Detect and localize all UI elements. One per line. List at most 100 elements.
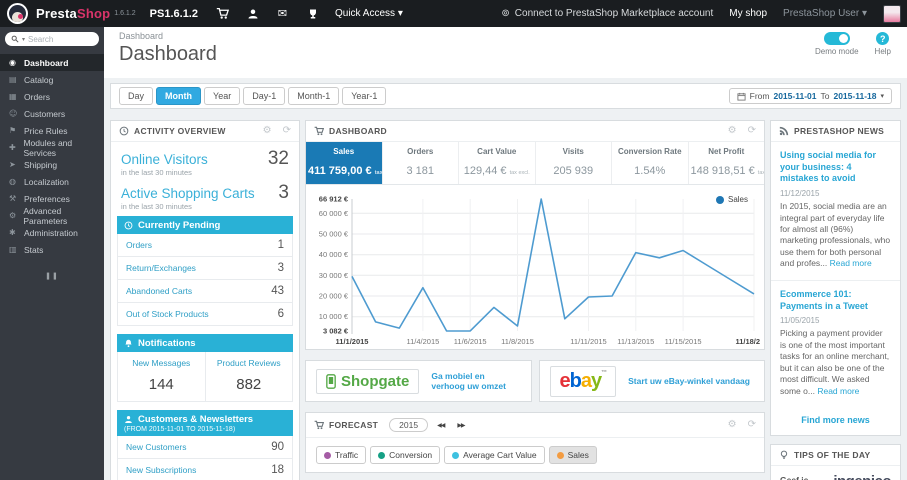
tip-content: ingenico Payment services Geef je Sales … xyxy=(771,466,900,480)
active-carts-value: 3 xyxy=(278,182,289,203)
previous-year-button[interactable]: ◀◀ xyxy=(433,419,448,432)
kpi-visits[interactable]: Visits 205 939 xyxy=(536,142,612,184)
sidebar-item-orders[interactable]: ▦ Orders xyxy=(0,88,104,105)
sidebar-item-price-rules[interactable]: ⚑ Price Rules xyxy=(0,122,104,139)
product-reviews-cell[interactable]: Product Reviews 882 xyxy=(204,352,293,401)
toggle-conversion[interactable]: Conversion xyxy=(370,446,441,464)
sidebar-search[interactable]: ▾ xyxy=(5,32,99,46)
panel-settings-icon[interactable]: ⚙ xyxy=(728,126,737,136)
administration-icon: ✱ xyxy=(9,228,16,237)
clock-icon xyxy=(124,221,133,230)
panel-refresh-icon[interactable]: ⟳ xyxy=(748,420,756,430)
range-month-button[interactable]: Month xyxy=(156,87,202,105)
trophy-icon[interactable] xyxy=(306,7,319,20)
kpi-cart-value[interactable]: Cart Value 129,44 € tax excl. xyxy=(459,142,536,184)
ingenico-logo: ingenico Payment services xyxy=(813,474,891,480)
top-bar: PrestaShop 1.6.1.2 PS1.6.1.2 ✉ Quick Acc… xyxy=(0,0,907,27)
average-cart-value-dot-icon xyxy=(452,451,460,459)
sidebar-item-stats[interactable]: ▥ Stats xyxy=(0,241,104,258)
brand-version: 1.6.1.2 xyxy=(114,10,136,17)
cart-icon[interactable] xyxy=(216,7,229,20)
new-messages-cell[interactable]: New Messages 144 xyxy=(118,352,205,401)
out-of-stock-row[interactable]: Out of Stock Products 6 xyxy=(117,303,293,326)
range-month-1-button[interactable]: Month-1 xyxy=(288,87,340,105)
quick-access-menu[interactable]: Quick Access ▾ xyxy=(335,8,403,19)
toggle-traffic[interactable]: Traffic xyxy=(316,446,367,464)
dashboard-icon: ◉ xyxy=(9,58,16,67)
search-scope-caret-icon[interactable]: ▾ xyxy=(22,36,25,43)
sales-chart-area: 66 912 € 60 000 € 50 000 € 40 000 € 30 000 €… xyxy=(306,185,764,349)
preferences-icon: ⚒ xyxy=(9,194,17,203)
range-year-button[interactable]: Year xyxy=(204,87,241,105)
panel-settings-icon[interactable]: ⚙ xyxy=(728,420,737,430)
toggle-average-cart-value[interactable]: Average Cart Value xyxy=(444,446,545,464)
panel-refresh-icon[interactable]: ⟳ xyxy=(748,126,756,136)
date-filter-toolbar: Day Month Year Day-1 Month-1 Year-1 From… xyxy=(110,83,901,109)
customers-icon: ☺ xyxy=(9,109,18,118)
collapse-sidebar-button[interactable]: ❚❚ xyxy=(0,272,104,280)
help-button[interactable]: ? Help xyxy=(875,32,891,56)
legend-dot-icon xyxy=(715,195,724,204)
svg-text:11/1/2015: 11/1/2015 xyxy=(336,337,369,346)
svg-text:50 000 €: 50 000 € xyxy=(319,230,349,239)
kpi-net-profit[interactable]: Net Profit148 918,51 € tax excl. xyxy=(689,142,765,184)
sidebar-item-preferences[interactable]: ⚒ Preferences xyxy=(0,190,104,207)
news-article-title[interactable]: Ecommerce 101: Payments in a Tweet xyxy=(780,289,891,312)
active-carts-link[interactable]: Active Shopping Carts xyxy=(121,186,278,201)
kpi-orders[interactable]: Orders 3 181 xyxy=(383,142,459,184)
kpi-sales[interactable]: Sales411 759,00 € tax excl. xyxy=(306,142,383,184)
demo-mode-toggle[interactable]: Demo mode xyxy=(815,32,859,56)
sidebar-item-advanced-parameters[interactable]: ⚙ Advanced Parameters xyxy=(0,206,104,226)
sales-chart[interactable]: 66 912 € 60 000 € 50 000 € 40 000 € 30 000 €… xyxy=(308,187,760,349)
sidebar-item-dashboard[interactable]: ◉ Dashboard xyxy=(0,54,104,71)
user-menu[interactable]: PrestaShop User ▾ xyxy=(783,8,867,19)
modules-icon: ✚ xyxy=(9,143,16,152)
date-to: 2015-11-18 xyxy=(833,91,877,101)
user-avatar[interactable] xyxy=(883,4,901,23)
search-input[interactable] xyxy=(28,34,85,44)
currently-pending-section: Currently Pending Orders 1 Return/Exchang… xyxy=(117,216,293,326)
breadcrumb[interactable]: Dashboard xyxy=(104,27,907,41)
sidebar-item-localization[interactable]: ◍ Localization xyxy=(0,173,104,190)
new-subscriptions-row[interactable]: New Subscriptions 18 xyxy=(117,459,293,480)
sidebar-nav: ▾ ◉Dashboard ▤Catalog ▦Orders ☺Customers… xyxy=(0,27,104,480)
panel-refresh-icon[interactable]: ⟳ xyxy=(283,126,291,136)
sidebar-item-customers[interactable]: ☺ Customers xyxy=(0,105,104,122)
find-more-news-link[interactable]: Find more news xyxy=(771,407,900,435)
shopgate-link[interactable]: Ga mobiel en verhoog uw omzet xyxy=(431,371,520,391)
range-day-button[interactable]: Day xyxy=(119,87,154,105)
sidebar-item-catalog[interactable]: ▤ Catalog xyxy=(0,71,104,88)
next-year-button[interactable]: ▶▶ xyxy=(453,419,468,432)
advanced-parameters-icon: ⚙ xyxy=(9,211,17,220)
toggle-sales[interactable]: Sales xyxy=(548,446,597,464)
abandoned-carts-row[interactable]: Abandoned Carts 43 xyxy=(117,280,293,303)
messages-icon[interactable]: ✉ xyxy=(276,7,289,20)
sidebar-item-shipping[interactable]: ➤ Shipping xyxy=(0,156,104,173)
range-year-1-button[interactable]: Year-1 xyxy=(342,87,387,105)
shipping-icon: ➤ xyxy=(9,160,16,169)
date-range-picker[interactable]: From 2015-11-01 To 2015-11-18 ▾ xyxy=(728,88,892,104)
marketplace-connect-link[interactable]: ⊚ Connect to PrestaShop Marketplace accou… xyxy=(501,8,713,19)
dashboard-panel: DASHBOARD ⚙ ⟳ Sales411 759,00 € tax excl… xyxy=(305,120,765,350)
sidebar-item-modules[interactable]: ✚ Modules and Services xyxy=(0,138,104,158)
svg-text:10 000 €: 10 000 € xyxy=(319,312,349,321)
date-from: 2015-11-01 xyxy=(773,91,817,101)
toggle-on-icon[interactable] xyxy=(823,32,850,45)
read-more-link[interactable]: Read more xyxy=(830,258,872,268)
range-day-1-button[interactable]: Day-1 xyxy=(243,87,286,105)
svg-text:20 000 €: 20 000 € xyxy=(319,292,349,301)
ebay-link[interactable]: Start uw eBay-winkel vandaag xyxy=(628,376,750,386)
online-visitors-link[interactable]: Online Visitors xyxy=(121,152,268,167)
my-shop-link[interactable]: My shop xyxy=(729,8,767,19)
user-icon[interactable] xyxy=(246,7,259,20)
pending-returns-row[interactable]: Return/Exchanges 3 xyxy=(117,257,293,280)
pending-orders-row[interactable]: Orders 1 xyxy=(117,234,293,257)
kpi-conversion-rate[interactable]: Conversion Rate 1.54% xyxy=(612,142,689,184)
news-article-title[interactable]: Using social media for your business: 4 … xyxy=(780,150,891,185)
new-customers-row[interactable]: New Customers 90 xyxy=(117,436,293,459)
prestashop-logo[interactable] xyxy=(7,3,28,24)
sidebar-item-administration[interactable]: ✱ Administration xyxy=(0,224,104,241)
chart-legend[interactable]: Sales xyxy=(715,195,748,204)
panel-settings-icon[interactable]: ⚙ xyxy=(263,126,272,136)
read-more-link[interactable]: Read more xyxy=(817,386,859,396)
